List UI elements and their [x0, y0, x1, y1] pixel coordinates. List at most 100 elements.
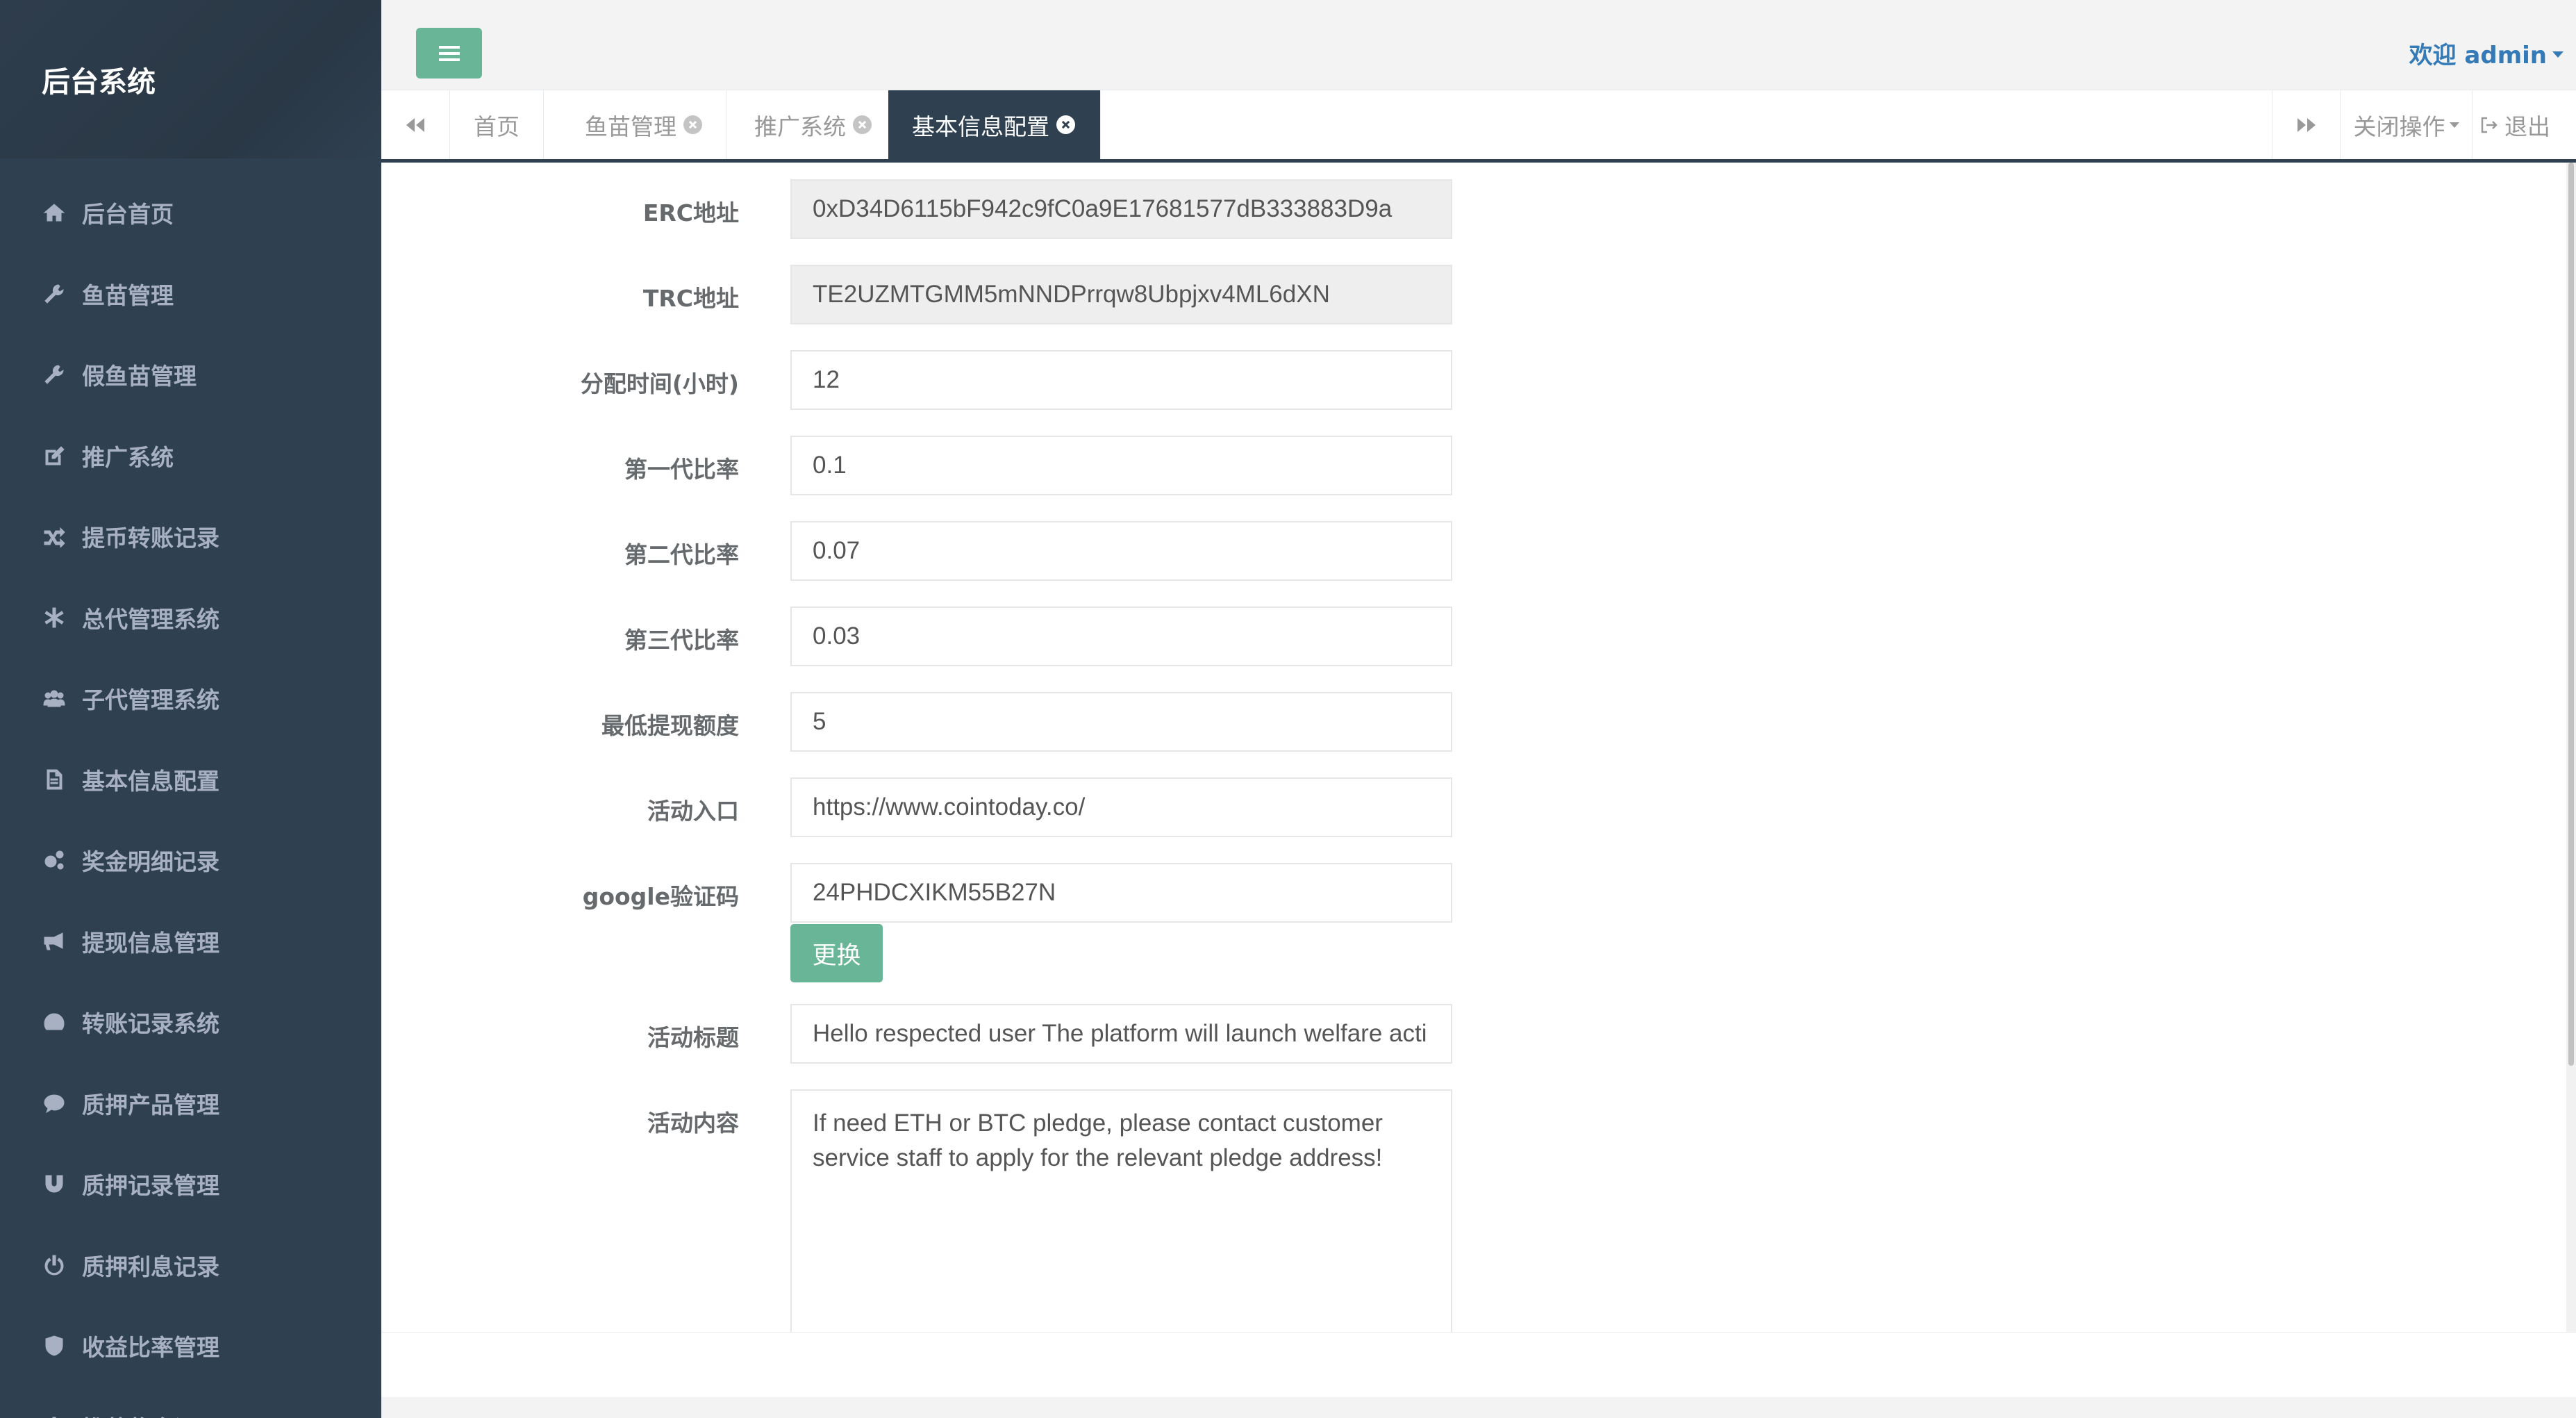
wrench-icon	[40, 280, 68, 308]
sidebar-item-basic-config[interactable]: 基本信息配置	[0, 739, 381, 821]
sidebar-item-sub-agent[interactable]: 子代管理系统	[0, 658, 381, 739]
google-code-label: google验证码	[582, 883, 739, 910]
tab-home[interactable]: 首页	[450, 90, 544, 159]
sidebar: 后台系统 后台首页 鱼苗管理 假鱼苗管理 推广系统 提币转账记录 总代管理系统	[0, 0, 381, 1418]
tab-promotion[interactable]: 推广系统	[731, 90, 896, 159]
hamburger-icon	[438, 51, 460, 55]
brand: 后台系统	[0, 0, 381, 158]
sidebar-item-withdraw-transfer[interactable]: 提币转账记录	[0, 496, 381, 577]
sidebar-item-label: 收益比率管理	[82, 1334, 219, 1362]
sidebar-item-label: 总代管理系统	[82, 605, 219, 633]
shuffle-icon	[40, 522, 68, 550]
file-icon	[40, 766, 68, 793]
sidebar-item-bonus-detail[interactable]: 奖金明细记录	[0, 820, 381, 901]
gen1-label: 第一代比率	[624, 456, 739, 483]
close-tab-icon[interactable]	[853, 115, 872, 134]
wrench-icon	[40, 361, 68, 388]
sidebar-item-pledge-products[interactable]: 质押产品管理	[0, 1063, 381, 1144]
sidebar-item-label: 提现信息管理	[82, 929, 219, 957]
logout-button[interactable]: 退出	[2479, 90, 2576, 159]
sidebar-item-label: 鱼苗管理	[82, 281, 174, 309]
caret-down-icon	[2552, 51, 2563, 58]
sidebar-item-label: 提币转账记录	[82, 525, 219, 552]
content-scrollbar[interactable]	[2566, 163, 2576, 1332]
tab-label: 首页	[474, 113, 520, 140]
sidebar-item-yield-ratio[interactable]: 收益比率管理	[0, 1305, 381, 1387]
footer	[381, 1332, 2576, 1418]
edit-icon	[40, 442, 68, 470]
min-withdraw-label: 最低提现额度	[601, 712, 739, 739]
content-area: ERC地址 0xD34D6115bF942c9fC0a9E17681577dB3…	[381, 163, 2576, 1332]
gen3-rate-input[interactable]: 0.03	[790, 607, 1452, 666]
trc-label: TRC地址	[642, 285, 739, 312]
close-tab-icon[interactable]	[1056, 115, 1075, 134]
gen2-rate-input[interactable]: 0.07	[790, 521, 1452, 581]
top-bar: 欢迎 admin	[381, 0, 2576, 90]
sidebar-item-label: 假鱼苗管理	[82, 363, 197, 390]
logout-label: 退出	[2504, 113, 2550, 140]
activity-title-input[interactable]: Hello respected user The platform will l…	[790, 1004, 1452, 1064]
gen1-rate-input[interactable]: 0.1	[790, 436, 1452, 495]
sidebar-item-fake-fish-management[interactable]: 假鱼苗管理	[0, 334, 381, 415]
tab-label: 鱼苗管理	[585, 113, 676, 140]
users-icon	[40, 684, 68, 712]
shield-icon	[40, 1332, 68, 1360]
activity-content-label: 活动内容	[647, 1110, 739, 1137]
tab-scroll-left-button[interactable]	[381, 90, 450, 159]
sidebar-item-fish-management[interactable]: 鱼苗管理	[0, 254, 381, 335]
alloc-time-label: 分配时间(小时)	[580, 370, 739, 397]
bullhorn-icon	[40, 928, 68, 955]
menu-toggle-button[interactable]	[416, 28, 482, 79]
caret-down-icon	[2449, 122, 2459, 128]
close-operations-dropdown[interactable]: 关闭操作	[2341, 90, 2473, 159]
gen3-label: 第三代比率	[624, 627, 739, 654]
sidebar-item-label: 质押记录管理	[82, 1172, 219, 1200]
app-title: 后台系统	[42, 65, 156, 99]
google-code-input[interactable]: 24PHDCXIKM55B27N	[790, 863, 1452, 923]
sidebar-item-promotion[interactable]: 推广系统	[0, 415, 381, 497]
power-icon	[40, 1413, 68, 1418]
sidebar-menu: 后台首页 鱼苗管理 假鱼苗管理 推广系统 提币转账记录 总代管理系统 子代管理系…	[0, 158, 381, 1418]
sidebar-item-label: 质押利息记录	[82, 1253, 219, 1280]
tab-label: 基本信息配置	[912, 113, 1049, 140]
sidebar-item-withdraw-info[interactable]: 提现信息管理	[0, 901, 381, 982]
erc-address-field[interactable]: 0xD34D6115bF942c9fC0a9E17681577dB333883D…	[790, 179, 1452, 239]
min-withdraw-input[interactable]: 5	[790, 692, 1452, 752]
sidebar-item-label: 子代管理系统	[82, 686, 219, 714]
sidebar-item-label: 后台首页	[82, 201, 174, 229]
change-code-button[interactable]: 更换	[790, 924, 883, 982]
activity-content-textarea[interactable]: If need ETH or BTC pledge, please contac…	[790, 1089, 1452, 1332]
sidebar-item-label: 奖金明细记录	[82, 848, 219, 876]
trc-address-field[interactable]: TE2UZMTGMM5mNNDPrrqw8Ubpjxv4ML6dXN	[790, 265, 1452, 324]
welcome-text: 欢迎 admin	[2409, 42, 2547, 69]
activity-entry-input[interactable]: https://www.cointoday.co/	[790, 777, 1452, 837]
user-menu[interactable]: 欢迎 admin	[2409, 36, 2563, 70]
gen2-label: 第二代比率	[624, 541, 739, 568]
sidebar-item-home[interactable]: 后台首页	[0, 172, 381, 254]
scrollbar-thumb[interactable]	[2568, 163, 2574, 1066]
activity-title-label: 活动标题	[647, 1024, 739, 1051]
dashboard-icon	[40, 1008, 68, 1036]
tab-scroll-right-button[interactable]	[2272, 90, 2341, 159]
tab-fish-management[interactable]: 鱼苗管理	[561, 90, 726, 159]
sidebar-item-pledge-records[interactable]: 质押记录管理	[0, 1144, 381, 1225]
activity-entry-label: 活动入口	[647, 798, 739, 825]
sidebar-item-pledge-interest[interactable]: 质押利息记录	[0, 1225, 381, 1306]
close-tab-icon[interactable]	[683, 115, 702, 134]
tab-basic-config[interactable]: 基本信息配置	[888, 90, 1101, 159]
sidebar-item-label: 转账记录系统	[82, 1010, 219, 1038]
close-operations-label: 关闭操作	[2353, 113, 2445, 140]
sidebar-item-general-agent[interactable]: 总代管理系统	[0, 577, 381, 659]
asterisk-icon	[40, 604, 68, 632]
sidebar-item-label: 基本信息配置	[82, 767, 219, 795]
sidebar-item-label: 推广系统	[82, 443, 174, 471]
comment-icon	[40, 1089, 68, 1117]
sign-out-icon	[2481, 117, 2498, 133]
sidebar-item-label: 质押产品管理	[82, 1091, 219, 1119]
power-icon	[40, 1251, 68, 1279]
sidebar-item-referral-bonus[interactable]: 推荐奖金记录	[0, 1387, 381, 1418]
alloc-time-input[interactable]: 12	[790, 350, 1452, 410]
gears-icon	[40, 846, 68, 874]
sidebar-item-label: 推荐奖金记录	[82, 1410, 219, 1418]
sidebar-item-transfer-records[interactable]: 转账记录系统	[0, 982, 381, 1063]
